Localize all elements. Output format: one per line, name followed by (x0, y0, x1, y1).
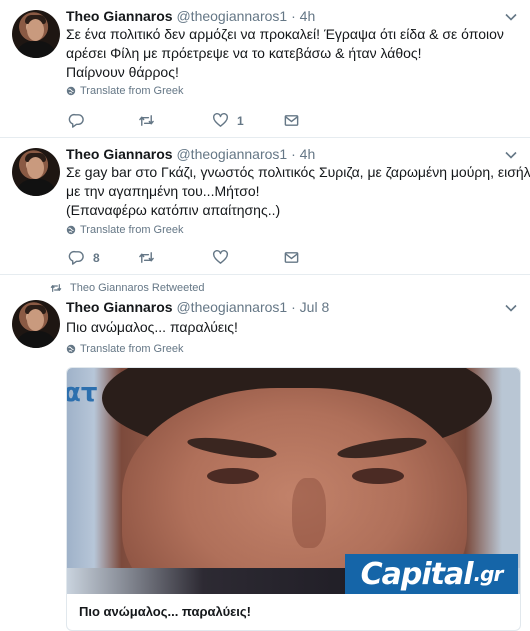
reply-count: 8 (93, 250, 100, 265)
chevron-down-icon[interactable] (504, 148, 518, 162)
timestamp[interactable]: 4h (300, 8, 316, 24)
tweet-text-line: Παίρνουν θάρρος! (66, 64, 179, 80)
globe-icon (66, 344, 76, 354)
separator: · (291, 8, 296, 24)
heart-icon (212, 112, 229, 127)
reply-button[interactable] (68, 112, 93, 129)
envelope-icon (284, 252, 299, 263)
globe-icon (66, 225, 76, 235)
tweet-header: Theo Giannaros @theogiannaros1 · Jul 8 (66, 298, 329, 316)
username-handle[interactable]: @theogiannaros1 (176, 8, 287, 24)
retweet-button[interactable] (138, 249, 163, 266)
retweet-icon (139, 115, 154, 126)
retweeted-by-line[interactable]: Theo Giannaros Retweeted (50, 282, 205, 294)
timestamp[interactable]: 4h (300, 146, 316, 162)
capital-logo-main: Capital (360, 556, 474, 592)
tweet-text-line: Πιο ανώμαλος... παραλύεις! (66, 319, 238, 335)
retweeted-label[interactable]: Theo Giannaros Retweeted (70, 282, 205, 294)
avatar-body (15, 179, 57, 196)
retweet-button[interactable] (138, 112, 163, 129)
display-name[interactable]: Theo Giannaros (66, 146, 173, 162)
reply-icon (68, 250, 84, 265)
retweet-icon (50, 284, 62, 292)
capital-logo-suffix: .gr (473, 562, 504, 586)
card-image-eye (207, 468, 259, 484)
avatar[interactable] (12, 300, 60, 348)
envelope-icon (284, 115, 299, 126)
like-button[interactable]: 1 (212, 112, 244, 129)
heart-icon (212, 249, 229, 264)
card-image-partial-text: ατ (67, 378, 98, 408)
tweet-text-line: (Επαναφέρω κατόπιν απαίτησης..) (66, 202, 281, 218)
retweet-icon (139, 252, 154, 263)
avatar-face (27, 309, 44, 331)
avatar-face (27, 157, 44, 179)
tweet-header: Theo Giannaros @theogiannaros1 · 4h (66, 7, 315, 25)
reply-button[interactable]: 8 (68, 249, 100, 266)
action-bar: 1 (66, 112, 366, 130)
tweet-text-line: Σε ένα πολιτικό δεν αρμόζει να προκαλεί!… (66, 26, 504, 42)
avatar-body (15, 331, 57, 348)
tweet-text: Πιο ανώμαλος... παραλύεις! (66, 318, 516, 337)
card-image-nose (292, 478, 326, 548)
translate-link[interactable]: Translate from Greek (66, 224, 184, 236)
tweet-text-line: Σε gay bar στο Γκάζι, γνωστός πολιτικός … (66, 164, 530, 180)
avatar[interactable] (12, 148, 60, 196)
tweet-text: Σε gay bar στο Γκάζι, γνωστός πολιτικός … (66, 163, 530, 220)
capital-logo: Capital .gr (345, 554, 518, 594)
avatar-face (27, 19, 44, 41)
translate-link[interactable]: Translate from Greek (66, 85, 184, 97)
chevron-down-icon[interactable] (504, 301, 518, 315)
link-card[interactable]: ατ Capital.gr Πιο ανώμαλος... παραλύεις! (66, 367, 521, 631)
display-name[interactable]: Theo Giannaros (66, 8, 173, 24)
tweet[interactable]: Theo Giannaros Retweeted Theo Giannaros … (0, 275, 530, 631)
translate-label[interactable]: Translate from Greek (80, 343, 184, 355)
action-bar: 8 (66, 249, 366, 267)
reply-icon (68, 113, 84, 128)
direct-message-button[interactable] (283, 249, 300, 266)
timestamp[interactable]: Jul 8 (300, 299, 330, 315)
username-handle[interactable]: @theogiannaros1 (176, 299, 287, 315)
avatar-body (15, 41, 57, 58)
tweet[interactable]: Theo Giannaros @theogiannaros1 · 4h Σε g… (0, 138, 530, 275)
tweet-header: Theo Giannaros @theogiannaros1 · 4h (66, 145, 315, 163)
avatar[interactable] (12, 10, 60, 58)
card-title[interactable]: Πιο ανώμαλος... παραλύεις! (79, 604, 251, 619)
card-image-eye (352, 468, 404, 484)
tweet-text: Σε ένα πολιτικό δεν αρμόζει να προκαλεί!… (66, 25, 516, 82)
display-name[interactable]: Theo Giannaros (66, 299, 173, 315)
translate-label[interactable]: Translate from Greek (80, 224, 184, 236)
chevron-down-icon[interactable] (504, 10, 518, 24)
direct-message-button[interactable] (283, 112, 300, 129)
tweet[interactable]: Theo Giannaros @theogiannaros1 · 4h Σε έ… (0, 0, 530, 138)
like-button[interactable] (212, 249, 237, 266)
card-image[interactable]: ατ Capital.gr (67, 368, 520, 594)
separator: · (291, 146, 296, 162)
tweet-text-line: με την αγαπημένη του...Μήτσο! (66, 183, 260, 199)
username-handle[interactable]: @theogiannaros1 (176, 146, 287, 162)
separator: · (291, 299, 296, 315)
globe-icon (66, 86, 76, 96)
translate-label[interactable]: Translate from Greek (80, 85, 184, 97)
translate-link[interactable]: Translate from Greek (66, 343, 184, 355)
like-count: 1 (237, 113, 244, 128)
tweet-text-line: αρέσει Φίλη με πρόετρεψε να το κατεβάσω … (66, 45, 422, 61)
